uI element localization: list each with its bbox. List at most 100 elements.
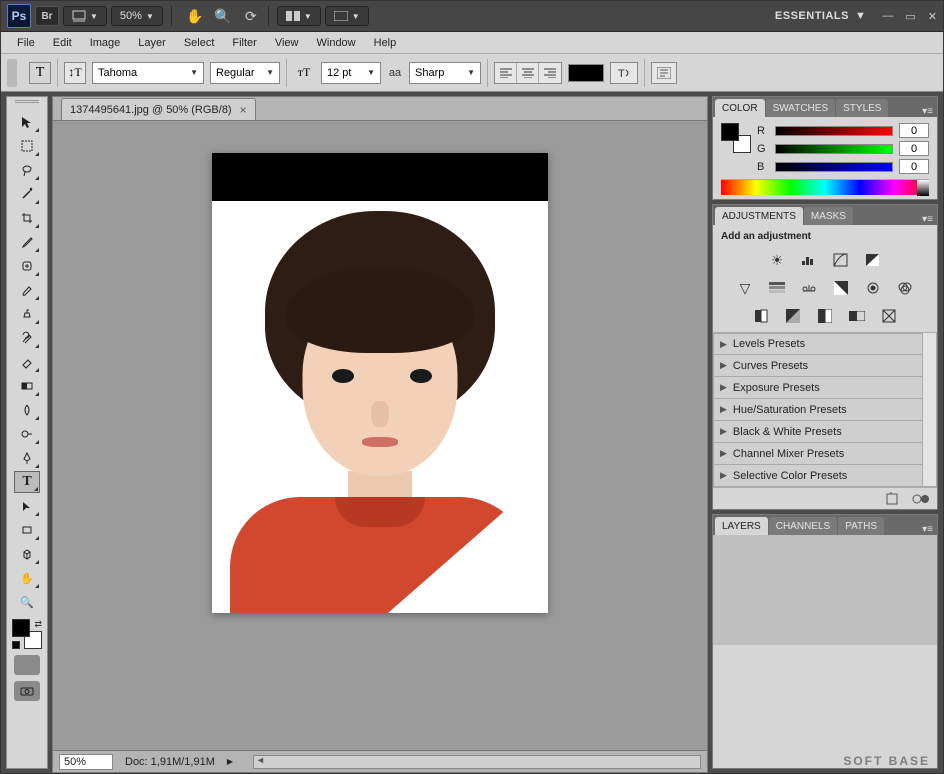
panel-menu-button[interactable]: ▾≡ [918, 524, 937, 535]
invert-icon[interactable] [750, 306, 772, 326]
bridge-icon[interactable]: Br [35, 6, 59, 26]
preset-channel-mixer[interactable]: ▶Channel Mixer Presets [713, 443, 923, 465]
menu-layer[interactable]: Layer [130, 35, 174, 51]
screen-mode-button[interactable] [14, 681, 40, 701]
screen-mode-menu[interactable]: ▼ [325, 6, 369, 26]
preset-curves[interactable]: ▶Curves Presets [713, 355, 923, 377]
default-colors-icon[interactable] [12, 641, 20, 649]
document-tab[interactable]: 1374495641.jpg @ 50% (RGB/8) × [61, 98, 256, 120]
value-b[interactable]: 0 [899, 159, 929, 174]
clone-stamp-tool[interactable] [14, 303, 40, 325]
posterize-icon[interactable] [782, 306, 804, 326]
swap-colors-icon[interactable]: ⇄ [34, 619, 42, 630]
hand-tool[interactable]: ✋ [14, 567, 40, 589]
gradient-tool[interactable] [14, 375, 40, 397]
anti-alias-dropdown[interactable]: Sharp▼ [409, 62, 481, 84]
menu-file[interactable]: File [9, 35, 43, 51]
quick-mask-button[interactable] [14, 655, 40, 675]
brush-tool[interactable] [14, 279, 40, 301]
presets-scrollbar[interactable] [923, 333, 937, 487]
adj-reset-icon[interactable] [885, 492, 901, 506]
history-brush-tool[interactable] [14, 327, 40, 349]
tools-grip[interactable] [13, 100, 41, 107]
photo-filter-icon[interactable] [862, 278, 884, 298]
warp-text-button[interactable]: T [610, 62, 638, 84]
menu-edit[interactable]: Edit [45, 35, 80, 51]
slider-b[interactable] [775, 162, 893, 172]
magic-wand-tool[interactable] [14, 183, 40, 205]
color-spectrum-strip[interactable] [721, 179, 929, 195]
preset-black-white[interactable]: ▶Black & White Presets [713, 421, 923, 443]
tab-color[interactable]: COLOR [715, 99, 765, 117]
font-style-dropdown[interactable]: Regular▼ [210, 62, 280, 84]
channel-mixer-icon[interactable] [894, 278, 916, 298]
close-button[interactable]: ✕ [928, 10, 937, 23]
menu-help[interactable]: Help [366, 35, 405, 51]
fg-color-swatch[interactable] [12, 619, 30, 637]
gradient-map-icon[interactable] [846, 306, 868, 326]
text-orientation-button[interactable]: ↕T [64, 62, 86, 84]
move-tool[interactable] [14, 111, 40, 133]
arrange-docs-menu[interactable]: ▼ [277, 6, 321, 26]
selective-color-icon[interactable] [878, 306, 900, 326]
status-zoom-field[interactable]: 50% [59, 754, 113, 770]
healing-brush-tool[interactable] [14, 255, 40, 277]
type-tool[interactable]: T [14, 471, 40, 493]
menu-view[interactable]: View [267, 35, 307, 51]
preset-selective-color[interactable]: ▶Selective Color Presets [713, 465, 923, 487]
close-tab-button[interactable]: × [240, 103, 247, 117]
value-r[interactable]: 0 [899, 123, 929, 138]
path-selection-tool[interactable] [14, 495, 40, 517]
color-balance-icon[interactable] [798, 278, 820, 298]
color-picker-fg-bg[interactable]: ⇄ [12, 619, 42, 649]
tab-layers[interactable]: LAYERS [715, 517, 768, 535]
eraser-tool[interactable] [14, 351, 40, 373]
threshold-icon[interactable] [814, 306, 836, 326]
slider-r[interactable] [775, 126, 893, 136]
rotate-view-icon[interactable]: ⟳ [242, 7, 260, 25]
vibrance-icon[interactable]: ▽ [734, 278, 756, 298]
exposure-icon[interactable] [862, 250, 884, 270]
character-panel-button[interactable] [651, 62, 677, 84]
value-g[interactable]: 0 [899, 141, 929, 156]
align-left-button[interactable] [495, 63, 517, 83]
color-panel-fgbg[interactable] [721, 123, 751, 153]
panel-menu-button[interactable]: ▾≡ [918, 214, 937, 225]
pen-tool[interactable] [14, 447, 40, 469]
font-family-dropdown[interactable]: Tahoma▼ [92, 62, 204, 84]
zoom-dropdown[interactable]: 50%▼ [111, 6, 163, 26]
dodge-tool[interactable] [14, 423, 40, 445]
align-center-button[interactable] [517, 63, 539, 83]
brightness-contrast-icon[interactable]: ☀ [766, 250, 788, 270]
blur-tool[interactable] [14, 399, 40, 421]
hand-icon[interactable]: ✋ [186, 7, 204, 25]
recent-files-menu[interactable]: ▼ [63, 6, 107, 26]
menu-filter[interactable]: Filter [224, 35, 264, 51]
horizontal-scrollbar[interactable] [253, 755, 701, 769]
slider-g[interactable] [775, 144, 893, 154]
marquee-tool[interactable] [14, 135, 40, 157]
panel-menu-button[interactable]: ▾≡ [918, 106, 937, 117]
status-doc-info[interactable]: Doc: 1,91M/1,91M [125, 756, 215, 768]
menu-select[interactable]: Select [176, 35, 223, 51]
maximize-button[interactable]: ▭ [905, 10, 915, 23]
type-tool-indicator[interactable]: T [29, 62, 51, 84]
preset-levels[interactable]: ▶Levels Presets [713, 333, 923, 355]
options-bar-grip[interactable] [7, 59, 17, 87]
document-canvas[interactable] [212, 153, 548, 613]
rectangle-tool[interactable] [14, 519, 40, 541]
workspace-switcher[interactable]: ESSENTIALS▼ [775, 10, 866, 22]
preset-exposure[interactable]: ▶Exposure Presets [713, 377, 923, 399]
eyedropper-tool[interactable] [14, 231, 40, 253]
photoshop-icon[interactable]: Ps [7, 4, 31, 28]
menu-window[interactable]: Window [309, 35, 364, 51]
menu-image[interactable]: Image [82, 35, 129, 51]
canvas-area[interactable] [52, 120, 708, 751]
preset-hue-saturation[interactable]: ▶Hue/Saturation Presets [713, 399, 923, 421]
tab-channels[interactable]: CHANNELS [769, 517, 837, 535]
zoom-tool[interactable]: 🔍 [14, 591, 40, 613]
align-right-button[interactable] [539, 63, 561, 83]
tab-adjustments[interactable]: ADJUSTMENTS [715, 207, 803, 225]
crop-tool[interactable] [14, 207, 40, 229]
zoom-icon[interactable]: 🔍 [214, 7, 232, 25]
